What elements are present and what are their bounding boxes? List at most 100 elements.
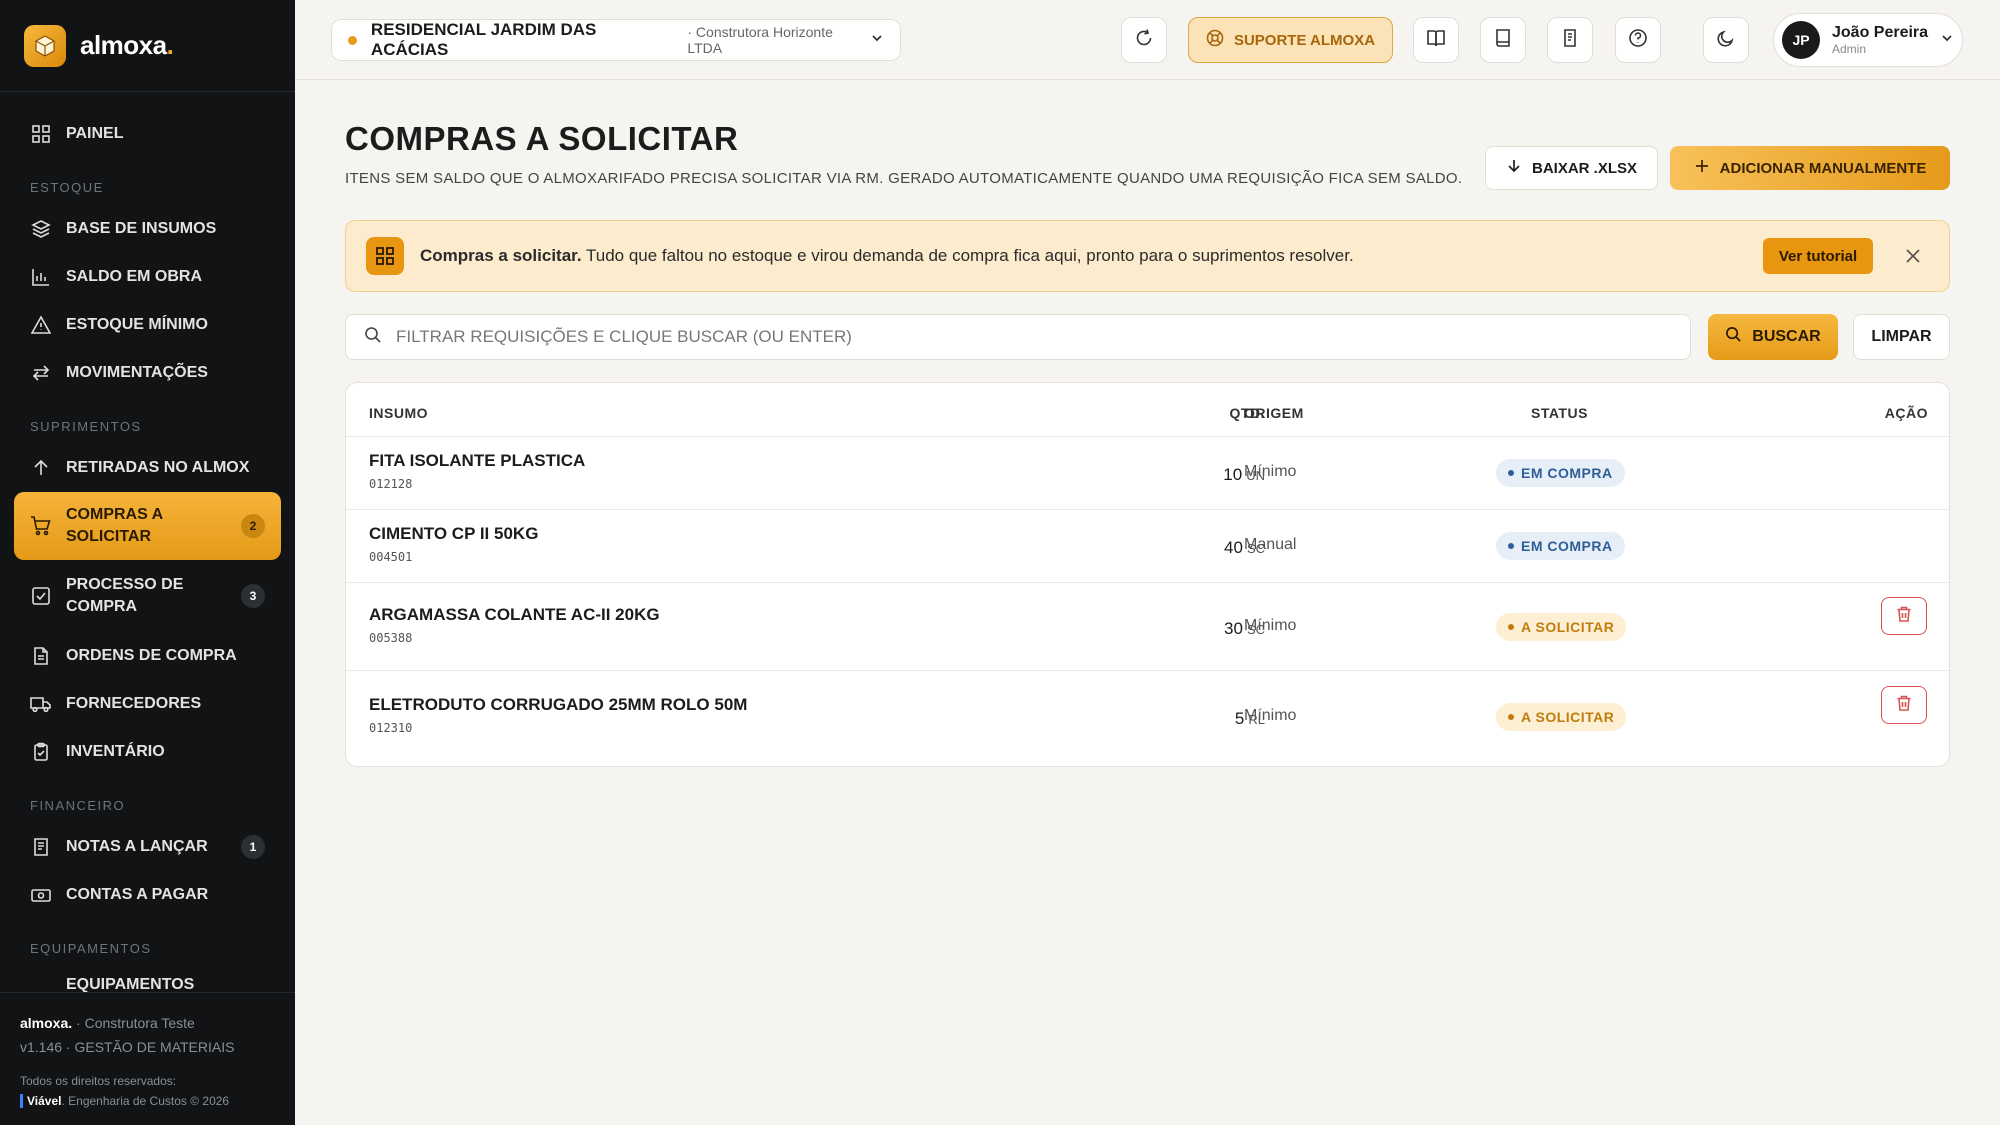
footer-brand: almoxa.: [20, 1015, 73, 1031]
sidebar-item-compras-solicitar[interactable]: COMPRAS A SOLICITAR 2: [14, 492, 281, 560]
banner-body: Tudo que faltou no estoque e virou deman…: [581, 246, 1354, 265]
item-code: 012310: [369, 721, 413, 735]
item-code: 004501: [369, 550, 413, 564]
table-row[interactable]: CIMENTO CP II 50KG 004501 40 SC Manual EM…: [346, 510, 1949, 583]
qty-value: 40: [1224, 538, 1243, 557]
add-manual-button[interactable]: ADICIONAR MANUALMENTE: [1670, 146, 1950, 190]
item-name: CIMENTO CP II 50KG: [369, 524, 539, 543]
notes-button[interactable]: [1547, 17, 1593, 63]
help-button[interactable]: [1615, 17, 1661, 63]
arrow-up-icon: [30, 457, 52, 479]
status-badge: A SOLICITAR: [1496, 703, 1627, 731]
item-code: 005388: [369, 631, 413, 645]
manual-button[interactable]: [1480, 17, 1526, 63]
theme-toggle-button[interactable]: [1703, 17, 1749, 63]
truck-icon: [30, 693, 52, 715]
search-field[interactable]: [345, 314, 1691, 360]
search-input[interactable]: [396, 327, 1646, 347]
banner-title: Compras a solicitar.: [420, 246, 582, 265]
download-icon: [1506, 158, 1522, 178]
project-company: · Construtora Horizonte LTDA: [687, 24, 833, 56]
search-row: BUSCAR LIMPAR: [345, 314, 1950, 360]
sidebar-item-painel[interactable]: PAINEL: [0, 110, 295, 158]
download-xlsx-button[interactable]: BAIXAR .XLSX: [1485, 146, 1658, 190]
page-subtitle: Itens sem saldo que o almoxarifado preci…: [345, 170, 1463, 187]
project-select[interactable]: RESIDENCIAL JARDIM DAS ACÁCIAS · Constru…: [331, 19, 901, 61]
close-icon[interactable]: [1903, 246, 1923, 266]
sidebar-item-label: ORDENS DE COMPRA: [66, 647, 237, 664]
delete-button[interactable]: [1881, 686, 1927, 724]
sidebar-section-title: FINANCEIRO: [30, 798, 126, 813]
sidebar-item-label: INVENTÁRIO: [66, 743, 165, 760]
sidebar-item-estoque-minimo[interactable]: ESTOQUE MÍNIMO: [0, 301, 295, 349]
search-button[interactable]: BUSCAR: [1708, 314, 1838, 360]
status-badge: EM COMPRA: [1496, 532, 1625, 560]
sidebar-item-notas-lancar[interactable]: NOTAS A LANÇAR 1: [0, 823, 295, 871]
item-code: 012128: [369, 477, 413, 491]
user-role: Admin: [1832, 42, 1867, 56]
sidebar-item-label: PROCESSO DE COMPRA: [66, 576, 184, 615]
info-banner: Compras a solicitar. Tudo que faltou no …: [345, 220, 1950, 292]
document-icon: [30, 645, 52, 667]
table-row[interactable]: FITA ISOLANTE PLASTICA 012128 10 UN Mínim…: [346, 437, 1949, 510]
status-label: EM COMPRA: [1521, 465, 1613, 481]
sidebar-item-label: MOVIMENTAÇÕES: [66, 364, 208, 381]
receipt-icon: [30, 836, 52, 858]
docs-button[interactable]: [1413, 17, 1459, 63]
tutorial-button[interactable]: Ver tutorial: [1763, 238, 1873, 274]
column-header-action: AÇÃO: [1884, 405, 1928, 421]
user-name: João Pereira: [1832, 24, 1929, 41]
search-icon: [364, 326, 382, 349]
sidebar-item-label: ESTOQUE MÍNIMO: [66, 316, 208, 333]
add-label: ADICIONAR MANUALMENTE: [1719, 159, 1927, 177]
sidebar-item-base-insumos[interactable]: BASE DE INSUMOS: [0, 205, 295, 253]
count-badge: 3: [241, 584, 265, 608]
book-open-icon: [1426, 28, 1446, 53]
clipboard-icon: [30, 741, 52, 763]
footer-viavel-text: . Engenharia de Custos © 2026: [61, 1094, 230, 1108]
warning-icon: [30, 314, 52, 336]
logo-icon: [24, 24, 66, 67]
refresh-button[interactable]: [1121, 17, 1167, 63]
moon-icon: [1716, 28, 1736, 53]
lifebuoy-icon: [1206, 29, 1224, 51]
status-label: A SOLICITAR: [1521, 619, 1615, 635]
table-row[interactable]: ARGAMASSA COLANTE AC-II 20KG 005388 30 SC…: [346, 583, 1949, 671]
footer-viavel[interactable]: Viável: [20, 1094, 62, 1108]
sidebar-footer: almoxa. · Construtora Teste v1.146 · GES…: [0, 992, 295, 1125]
footer-version: v1.146 · GESTÃO DE MATERIAIS: [20, 1039, 235, 1055]
user-menu[interactable]: JP João Pereira Admin: [1773, 13, 1963, 67]
support-button[interactable]: SUPORTE ALMOXA: [1188, 17, 1393, 63]
sidebar: almoxa. PAINEL ESTOQUE BASE DE INSUMOS S…: [0, 0, 295, 1125]
sidebar-item-label: EQUIPAMENTOS: [66, 976, 195, 992]
sidebar-item-saldo-obra[interactable]: SALDO EM OBRA: [0, 253, 295, 301]
delete-button[interactable]: [1881, 597, 1927, 635]
search-button-label: BUSCAR: [1752, 328, 1821, 345]
sidebar-item-movimentacoes[interactable]: MOVIMENTAÇÕES: [0, 349, 295, 397]
item-origin: Manual: [1244, 536, 1297, 553]
sidebar-item-inventario[interactable]: INVENTÁRIO: [0, 728, 295, 776]
sidebar-item-equipamentos[interactable]: EQUIPAMENTOS: [0, 966, 295, 992]
sidebar-item-ordens-compra[interactable]: ORDENS DE COMPRA: [0, 632, 295, 680]
trash-icon: [1895, 605, 1913, 628]
sidebar-item-processo-compra[interactable]: PROCESSO DE COMPRA 3: [0, 560, 295, 632]
sidebar-item-fornecedores[interactable]: FORNECEDORES: [0, 680, 295, 728]
sidebar-item-label: PAINEL: [66, 125, 124, 142]
column-header-item: INSUMO: [369, 405, 428, 421]
sidebar-item-label: COMPRAS A SOLICITAR: [66, 506, 163, 545]
tool-icon: [30, 974, 52, 992]
logo[interactable]: almoxa.: [0, 0, 295, 92]
item-name: ARGAMASSA COLANTE AC-II 20KG: [369, 605, 660, 624]
book-icon: [1493, 28, 1513, 53]
chevron-down-icon: [1940, 31, 1954, 50]
sidebar-item-contas-pagar[interactable]: CONTAS A PAGAR: [0, 871, 295, 919]
grid-icon: [366, 237, 404, 275]
sidebar-item-label: BASE DE INSUMOS: [66, 220, 217, 237]
clear-button[interactable]: LIMPAR: [1853, 314, 1950, 360]
sidebar-item-retiradas[interactable]: RETIRADAS NO ALMOX: [0, 444, 295, 492]
item-name: FITA ISOLANTE PLASTICA: [369, 451, 586, 470]
page-title: COMPRAS A SOLICITAR: [345, 120, 739, 157]
check-square-icon: [30, 585, 52, 607]
table-row[interactable]: ELETRODUTO CORRUGADO 25MM ROLO 50M 01231…: [346, 671, 1949, 766]
banner-text: Compras a solicitar. Tudo que faltou no …: [420, 246, 1763, 266]
